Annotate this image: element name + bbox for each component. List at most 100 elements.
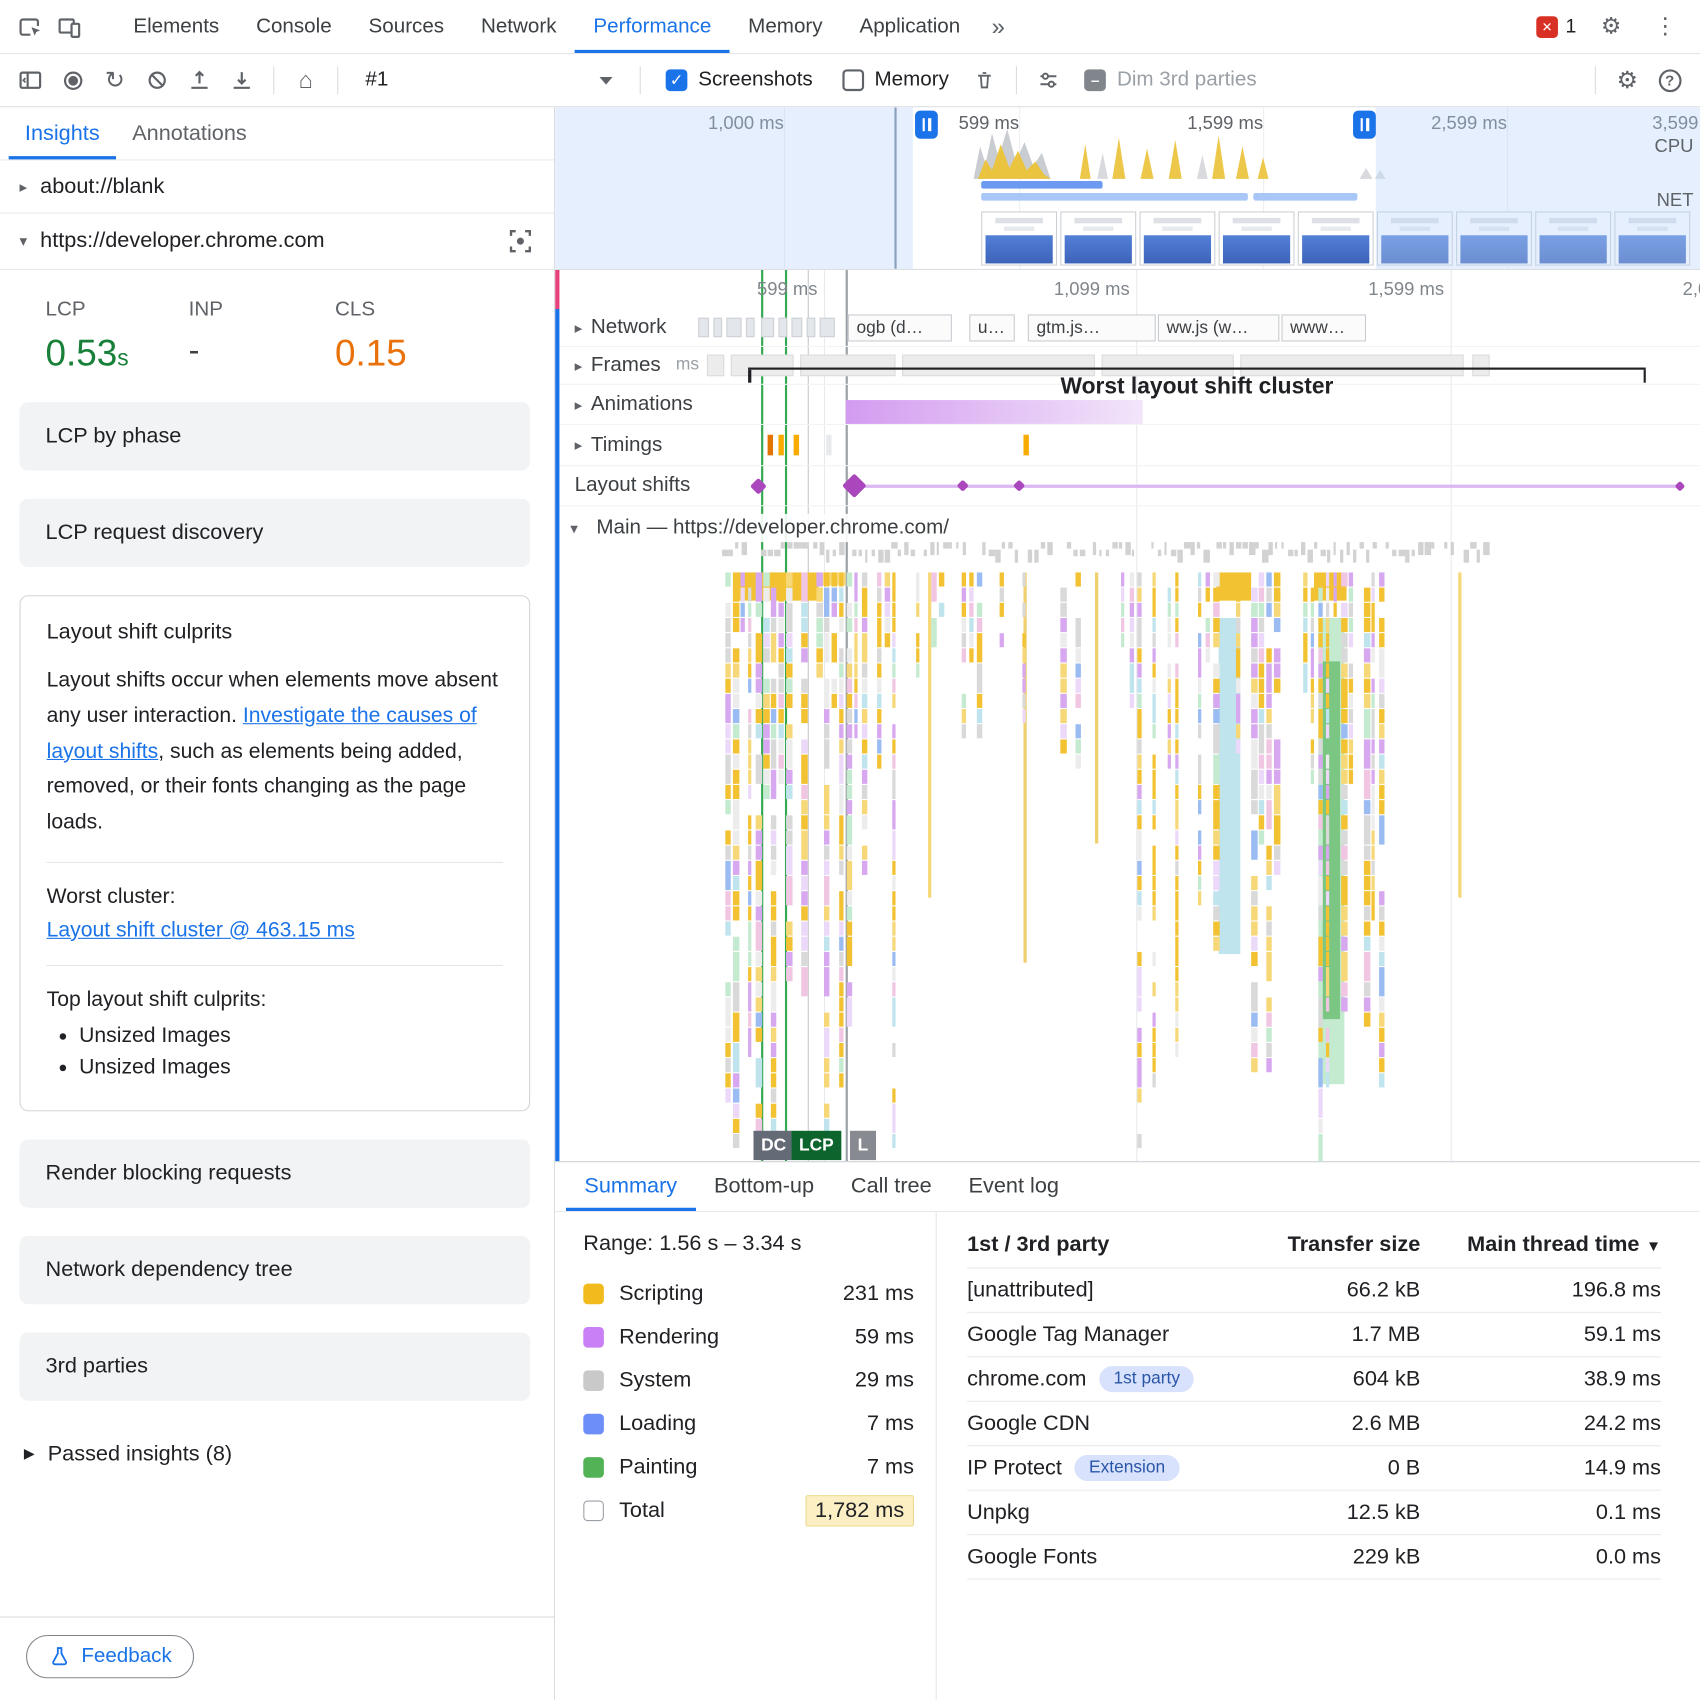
layout-shift-cluster-bar[interactable]: [846, 400, 1143, 424]
inspect-element-icon[interactable]: [11, 7, 50, 46]
passed-insights-toggle[interactable]: ▶ Passed insights (8): [0, 1429, 554, 1467]
tab-performance[interactable]: Performance: [575, 0, 730, 53]
marker-lcp[interactable]: LCP: [791, 1131, 841, 1160]
deco-bar: [1175, 572, 1178, 586]
capture-settings-gear-icon[interactable]: ⚙: [1610, 63, 1645, 98]
upload-profile-icon[interactable]: [182, 63, 217, 98]
settings-gear-icon[interactable]: ⚙: [1592, 7, 1631, 46]
track-network[interactable]: ▸Network ogb (d… u… gtm.js… ww.js (w… ww…: [555, 309, 1700, 347]
metric-cls[interactable]: CLS 0.15: [335, 298, 407, 372]
insight-card-network-dependency-tree[interactable]: Network dependency tree: [20, 1236, 531, 1304]
home-icon[interactable]: ⌂: [288, 63, 323, 98]
filmstrip-thumbnail[interactable]: [1219, 211, 1295, 265]
tab-network[interactable]: Network: [463, 0, 575, 53]
overview-right-handle[interactable]: [1353, 111, 1376, 139]
deco-bar: [1451, 542, 1454, 555]
deco-bar: [1371, 572, 1374, 586]
col-header-transfer-size[interactable]: Transfer size: [1258, 1233, 1421, 1258]
tab-elements[interactable]: Elements: [115, 0, 238, 53]
clear-icon[interactable]: [140, 63, 175, 98]
marker-dcl[interactable]: DC: [754, 1131, 792, 1160]
error-badge[interactable]: ✕ 1: [1536, 15, 1576, 38]
record-icon[interactable]: [55, 63, 90, 98]
network-request-chip[interactable]: ww.js (w…: [1158, 314, 1279, 341]
nav-item-developer-chrome[interactable]: ▾ https://developer.chrome.com: [0, 214, 554, 270]
col-header-party[interactable]: 1st / 3rd party: [967, 1233, 1258, 1258]
metric-lcp[interactable]: LCP 0.53s: [46, 298, 189, 372]
more-tabs-icon[interactable]: »: [979, 12, 1018, 40]
collapse-icon[interactable]: ▾: [570, 519, 578, 537]
tab-annotations[interactable]: Annotations: [116, 107, 263, 159]
session-select[interactable]: #1: [352, 68, 625, 92]
insight-card-lcp-request-discovery[interactable]: LCP request discovery: [20, 499, 531, 567]
deco-bar: [969, 572, 973, 586]
track-label: Timings: [591, 433, 662, 457]
table-row[interactable]: chrome.com1st party 604 kB 38.9 ms: [967, 1357, 1661, 1401]
insight-card-lcp-by-phase[interactable]: LCP by phase: [20, 402, 531, 470]
col-header-main-thread-time[interactable]: Main thread time▼: [1420, 1233, 1661, 1258]
deco-bar: [1349, 709, 1353, 723]
main-thread-flamechart[interactable]: [555, 542, 1700, 1160]
layout-shift-diamond[interactable]: [1013, 480, 1025, 492]
network-request-chip[interactable]: ogb (d…: [848, 314, 952, 341]
main-thread-header[interactable]: ▾ Main — https://developer.chrome.com/: [564, 514, 956, 542]
garbage-collect-icon[interactable]: [967, 63, 1002, 98]
download-profile-icon[interactable]: [224, 63, 259, 98]
track-layout-shifts[interactable]: Layout shifts: [555, 466, 1700, 506]
help-icon[interactable]: ?: [1652, 63, 1687, 98]
tab-event-log[interactable]: Event log: [950, 1162, 1077, 1211]
insight-card-3rd-parties[interactable]: 3rd parties: [20, 1332, 531, 1400]
table-row[interactable]: [unattributed] 66.2 kB 196.8 ms: [967, 1268, 1661, 1312]
tab-summary[interactable]: Summary: [566, 1162, 696, 1211]
deco-bar: [748, 1013, 751, 1027]
tab-bottom-up[interactable]: Bottom-up: [696, 1162, 833, 1211]
dim-3rd-parties-checkbox[interactable]: – Dim 3rd parties: [1084, 68, 1256, 92]
track-timings[interactable]: ▸ Timings: [555, 425, 1700, 466]
table-row[interactable]: Google CDN 2.6 MB 24.2 ms: [967, 1402, 1661, 1446]
overview-left-handle[interactable]: [915, 111, 938, 139]
kebab-menu-icon[interactable]: ⋮: [1646, 7, 1685, 46]
tab-insights[interactable]: Insights: [9, 107, 116, 159]
deco-bar: [1274, 815, 1281, 844]
reload-record-icon[interactable]: ↻: [98, 63, 133, 98]
network-request-chip[interactable]: www…: [1282, 314, 1367, 341]
filmstrip-thumbnail[interactable]: [981, 211, 1057, 265]
tab-console[interactable]: Console: [238, 0, 350, 53]
timeline-overview[interactable]: 1,000 ms 599 ms 1,599 ms 2,599 ms 3,599 …: [555, 107, 1700, 270]
tab-application[interactable]: Application: [841, 0, 979, 53]
deco-bar: [756, 846, 763, 860]
table-row[interactable]: Google Fonts 229 kB 0.0 ms: [967, 1535, 1661, 1579]
throttling-icon[interactable]: [1031, 63, 1066, 98]
worst-cluster-link[interactable]: Layout shift cluster @ 463.15 ms: [47, 918, 355, 942]
insight-card-render-blocking[interactable]: Render blocking requests: [20, 1139, 531, 1207]
nav-item-about-blank[interactable]: ▸ about://blank: [0, 160, 554, 213]
filmstrip-thumbnail[interactable]: [1139, 211, 1215, 265]
tab-call-tree[interactable]: Call tree: [832, 1162, 950, 1211]
filmstrip-thumbnail[interactable]: [1298, 211, 1374, 265]
memory-checkbox[interactable]: Memory: [842, 68, 949, 92]
filmstrip-thumbnail[interactable]: [1060, 211, 1136, 265]
insight-card-layout-shift-culprits[interactable]: Layout shift culprits Layout shifts occu…: [20, 595, 531, 1111]
expand-icon[interactable]: ▸: [575, 356, 583, 374]
field-capture-icon[interactable]: [506, 227, 534, 255]
device-toolbar-icon[interactable]: [50, 7, 89, 46]
feedback-button[interactable]: Feedback: [26, 1635, 195, 1678]
table-row[interactable]: IP ProtectExtension 0 B 14.9 ms: [967, 1446, 1661, 1490]
expand-icon[interactable]: ▸: [575, 436, 583, 454]
marker-load[interactable]: L: [850, 1131, 876, 1160]
table-row[interactable]: Google Tag Manager 1.7 MB 59.1 ms: [967, 1313, 1661, 1357]
layout-shift-diamond[interactable]: [957, 480, 969, 492]
layout-shift-diamond[interactable]: [750, 477, 767, 494]
tab-sources[interactable]: Sources: [350, 0, 462, 53]
network-request-chip[interactable]: u…: [969, 314, 1015, 341]
metric-inp[interactable]: INP -: [189, 298, 335, 372]
expand-icon[interactable]: ▸: [575, 395, 583, 413]
toggle-sidebar-icon[interactable]: [13, 63, 48, 98]
expand-icon[interactable]: ▸: [575, 318, 583, 336]
tab-memory[interactable]: Memory: [730, 0, 841, 53]
layout-shift-diamond[interactable]: [842, 473, 867, 498]
layout-shift-diamond[interactable]: [1675, 480, 1686, 491]
screenshots-checkbox[interactable]: ✓ Screenshots: [666, 68, 813, 92]
network-request-chip[interactable]: gtm.js…: [1028, 314, 1156, 341]
table-row[interactable]: Unpkg 12.5 kB 0.1 ms: [967, 1491, 1661, 1535]
